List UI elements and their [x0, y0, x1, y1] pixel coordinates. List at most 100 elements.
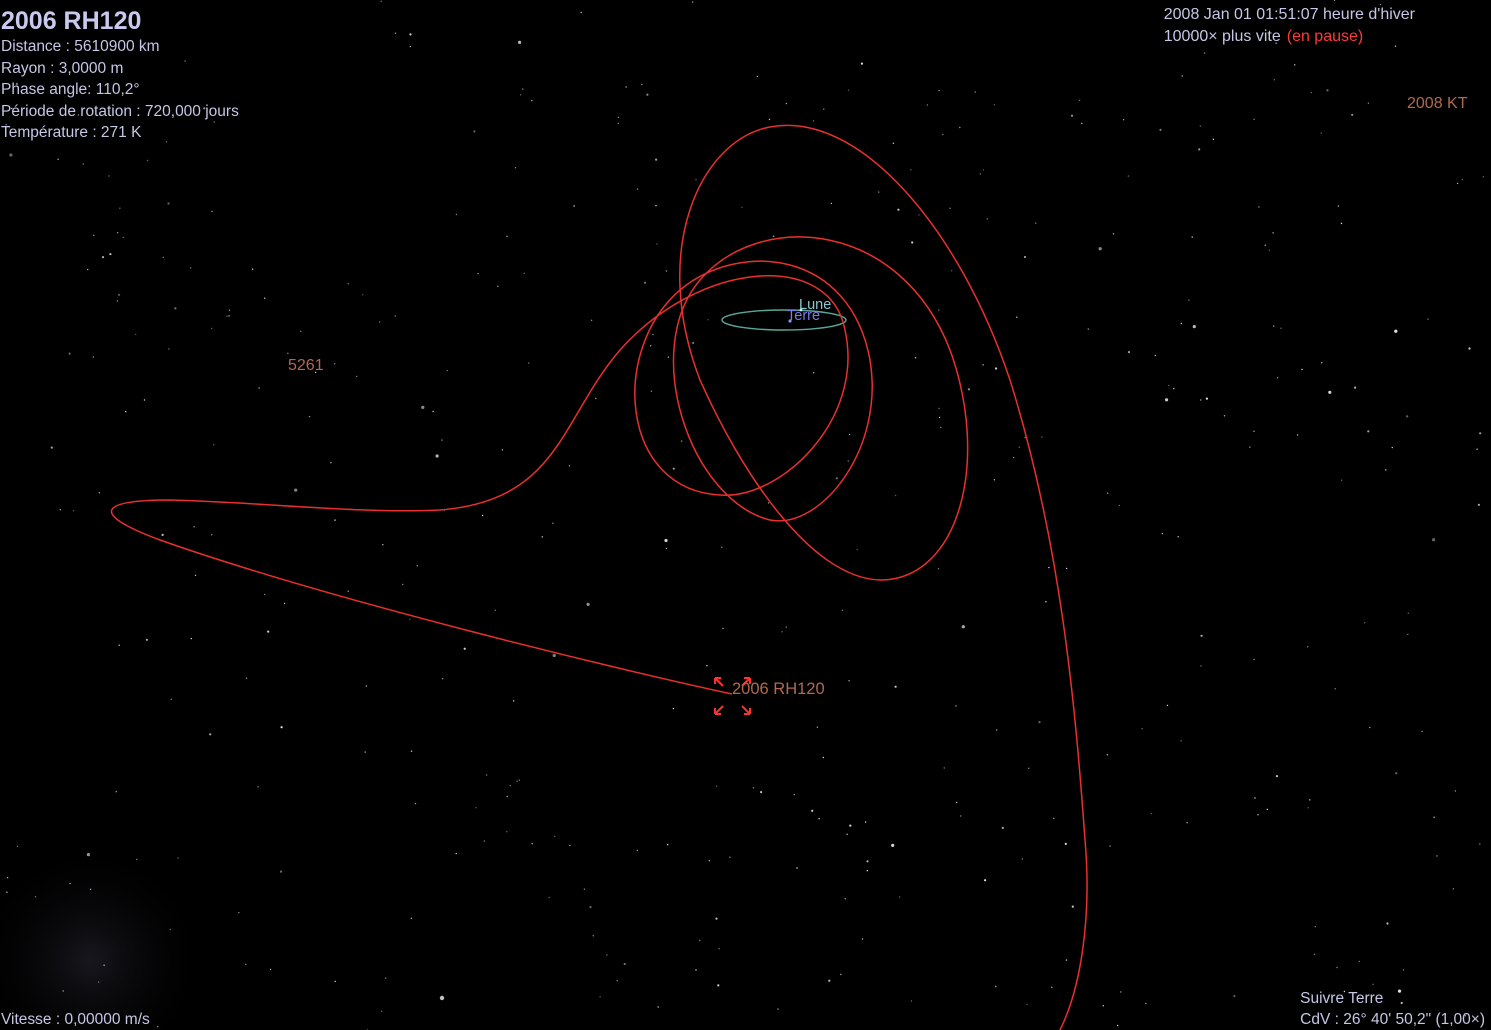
star	[365, 685, 367, 687]
star	[167, 202, 170, 205]
star	[623, 962, 626, 966]
star	[334, 980, 336, 983]
star	[1150, 813, 1153, 815]
star	[1313, 953, 1316, 956]
star	[6, 877, 9, 879]
star	[937, 568, 940, 570]
star	[446, 369, 448, 372]
star	[485, 774, 488, 776]
star	[1205, 397, 1208, 400]
star	[1024, 436, 1026, 439]
label-earth[interactable]: Terre	[787, 308, 820, 324]
star	[283, 602, 286, 605]
star	[86, 853, 90, 857]
star	[209, 733, 212, 736]
space-viewport[interactable]: 2008 KT 5261 Lune Terre 2006 RH120	[0, 0, 1491, 1030]
star	[1367, 102, 1370, 104]
star	[1257, 814, 1259, 816]
paused-status: (en pause)	[1286, 28, 1364, 45]
star	[362, 294, 364, 296]
star	[665, 270, 668, 272]
star	[1406, 415, 1409, 418]
star	[1386, 922, 1389, 925]
star	[1314, 926, 1317, 928]
star	[1016, 316, 1018, 318]
star	[599, 996, 601, 998]
star	[667, 844, 669, 846]
star	[145, 638, 148, 641]
star	[1307, 807, 1309, 809]
star	[756, 75, 758, 78]
star	[1433, 816, 1435, 818]
star	[109, 253, 112, 256]
star	[190, 267, 192, 269]
star	[347, 590, 349, 592]
star	[1028, 767, 1030, 769]
sky-canvas[interactable]	[0, 0, 1491, 1030]
star	[122, 236, 124, 239]
star	[914, 357, 917, 359]
star	[1479, 843, 1481, 845]
star	[118, 644, 120, 646]
star	[1026, 1003, 1028, 1006]
star	[830, 202, 833, 205]
star	[1367, 430, 1370, 433]
star	[1106, 754, 1109, 756]
star	[193, 526, 195, 528]
star	[1273, 79, 1275, 81]
star	[650, 390, 653, 392]
star	[1203, 52, 1206, 54]
star	[1177, 536, 1179, 538]
star	[592, 935, 594, 937]
star	[729, 856, 731, 858]
star	[767, 502, 770, 504]
label-selected-target[interactable]: 2006 RH120	[732, 680, 825, 699]
star	[910, 169, 912, 171]
star	[636, 849, 638, 852]
star	[643, 281, 647, 284]
star	[258, 387, 260, 389]
star	[455, 213, 458, 216]
star	[717, 984, 720, 987]
star	[1070, 114, 1074, 117]
star	[334, 519, 336, 521]
star	[861, 938, 864, 940]
star	[528, 362, 530, 364]
star	[1372, 983, 1374, 985]
star	[1479, 432, 1482, 435]
star	[211, 534, 213, 536]
star	[1081, 122, 1083, 125]
star	[699, 939, 701, 942]
star	[552, 522, 554, 524]
star	[1427, 318, 1429, 320]
star	[509, 784, 512, 787]
star	[1336, 966, 1338, 969]
star	[409, 45, 411, 48]
star	[1258, 206, 1260, 208]
star	[552, 653, 556, 658]
star	[1112, 233, 1115, 235]
star	[986, 218, 988, 220]
star	[146, 159, 149, 162]
star	[866, 870, 868, 872]
star	[822, 756, 824, 759]
star	[267, 630, 270, 633]
star	[1118, 504, 1121, 507]
star	[421, 405, 425, 409]
star	[657, 1006, 659, 1008]
star	[497, 285, 499, 287]
selection-title: 2006 RH120	[1, 7, 142, 35]
label-2008kt[interactable]: 2008 KT	[1407, 95, 1467, 113]
star	[72, 510, 75, 512]
star	[664, 538, 668, 543]
star	[606, 954, 608, 956]
star	[394, 32, 397, 34]
star	[1301, 368, 1303, 371]
star	[942, 133, 944, 136]
star	[974, 91, 976, 93]
label-5261[interactable]: 5261	[288, 357, 324, 375]
star	[1145, 1002, 1147, 1005]
star	[1045, 601, 1047, 603]
star	[455, 852, 457, 855]
star	[473, 130, 476, 133]
